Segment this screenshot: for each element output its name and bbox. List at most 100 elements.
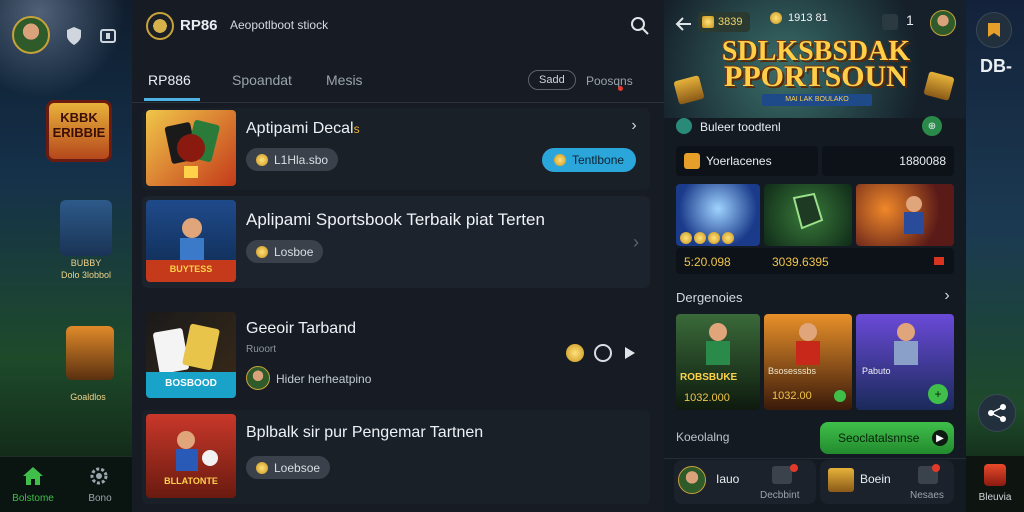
home-icon	[772, 466, 792, 484]
search-icon[interactable]	[628, 14, 652, 38]
brand-badge: KBBK ERIBBIE	[46, 100, 112, 162]
chevron-right-icon[interactable]: ›	[940, 287, 954, 304]
decor-label: DB-	[980, 56, 1012, 76]
coins-chip[interactable]: 1913 81	[770, 12, 828, 24]
row-action-button[interactable]: Tentlbone	[542, 148, 637, 172]
list-item[interactable]: BOSBOOD Geeoir Tarband Ruoort Hider herh…	[142, 306, 650, 402]
wallet-icon	[684, 153, 700, 169]
thumb-text: BUYTESS	[169, 264, 213, 274]
card-caption: Pabuto	[862, 366, 891, 376]
promo-caption-bar: 5:20.098 3039.6395	[676, 248, 954, 274]
tabs-divider	[132, 102, 664, 103]
item-title: Aptipami Decals	[246, 120, 360, 137]
item-value-pill: Loebsoe	[246, 456, 331, 479]
list-item[interactable]: Aptipami Decals L1Hla.sbo › Tentlbone	[142, 108, 650, 190]
promo-caption-mid: 3039.6395	[772, 255, 829, 269]
status-dot-icon	[834, 390, 846, 402]
chest-icon	[828, 468, 854, 492]
tab-rp886[interactable]: RP886	[148, 72, 191, 88]
user-avatar[interactable]	[12, 16, 50, 54]
item-thumbnail: BLLATONTE	[146, 414, 236, 498]
gift-icon[interactable]	[882, 14, 898, 30]
app-header: RP86 Aeopotlboot stiock	[132, 0, 664, 52]
search-value: 1880088	[899, 154, 946, 168]
wallet-icon[interactable]	[96, 24, 120, 48]
promo-card[interactable]	[856, 184, 954, 246]
header-subtitle: Aeopotlboot stiock	[230, 18, 329, 32]
bottom-item-sub: Nesaes	[910, 490, 944, 501]
coin-icon	[256, 461, 268, 474]
search-field[interactable]: Yoerlacenes	[676, 146, 818, 176]
back-arrow-icon[interactable]	[674, 14, 694, 34]
bottom-nav-right: Bleuvia	[966, 456, 1024, 512]
main-panel: RP86 Aeopotlboot stiock RP886 Spoandat M…	[132, 0, 664, 512]
bottom-item[interactable]: Boein Nesaes	[820, 460, 954, 504]
bottom-item-sub: Decbbint	[760, 490, 800, 501]
bookmark-icon[interactable]	[976, 12, 1012, 48]
item-meta: Ruoort	[246, 344, 277, 355]
user-avatar	[678, 466, 706, 494]
gear-icon[interactable]	[86, 465, 112, 487]
filter-pill[interactable]: Sadd	[528, 70, 576, 90]
card-caption: Bsosesssbs	[768, 366, 817, 376]
add-icon[interactable]: +	[928, 384, 948, 404]
list-item[interactable]: BUYTESS Aplipami Sportsbook Terbaik piat…	[142, 196, 650, 288]
timer-icon[interactable]	[594, 344, 612, 362]
notification-count[interactable]: 1	[906, 12, 914, 28]
left-decor-panel: KBBK ERIBBIE BUBBY Dolo 3lobbol Goaldlos…	[0, 0, 132, 512]
bottom-item[interactable]: Iauo Decbbint	[674, 460, 816, 504]
sports-icon[interactable]	[984, 464, 1006, 486]
player-illustration-2	[66, 326, 114, 380]
item-thumbnail	[146, 110, 236, 186]
chevron-right-icon[interactable]: ›	[626, 116, 642, 136]
filter-extra[interactable]: Poosqns	[586, 74, 633, 88]
search-value-box[interactable]: 1880088	[822, 146, 954, 176]
nav-right-label[interactable]: Bleuvia	[968, 492, 1022, 503]
hero-ribbon: MAI LAK BOULAKO	[762, 94, 872, 106]
item-title: Geeoir Tarband	[246, 320, 356, 337]
share-icon[interactable]	[620, 342, 640, 364]
tab-spoandat[interactable]: Spoandat	[232, 72, 292, 88]
card-value: 1032.000	[684, 392, 730, 404]
game-card[interactable]: ROBSBUKE 1032.000	[676, 314, 760, 410]
promo-card[interactable]	[764, 184, 852, 246]
item-value-pill: Losboe	[246, 240, 324, 263]
notification-dot	[618, 86, 623, 91]
treasure-chest-icon	[923, 71, 955, 101]
player-illustration-1	[60, 200, 112, 256]
balance-chip[interactable]: 3839	[698, 12, 750, 32]
item-value: L1Hla.sbo	[274, 152, 329, 167]
item-value: Losboe	[274, 244, 314, 259]
coin-icon[interactable]	[566, 344, 584, 362]
right-panel: 3839 1913 81 1 SDLKSBSDAK PPORTSOUN MAI …	[664, 0, 966, 512]
brand-logo	[146, 12, 174, 40]
chevron-right-icon[interactable]: ›	[628, 232, 644, 252]
section-action-icon[interactable]: ⊕	[922, 116, 942, 136]
item-user: Hider herheatpino	[276, 372, 372, 386]
thumb-text: BLLATONTE	[164, 476, 218, 486]
active-tab-indicator	[144, 98, 200, 101]
share-network-icon[interactable]	[978, 394, 1016, 432]
card-caption: ROBSBUKE	[680, 372, 738, 383]
nav-home-label[interactable]: Bolstome	[4, 493, 62, 504]
badge-icon	[934, 257, 944, 265]
coin-stack	[680, 232, 734, 244]
player-caption-1: BUBBY	[70, 258, 102, 268]
item-thumbnail: BUYTESS	[146, 200, 236, 282]
primary-action-button[interactable]: Seoclatalsnnse ▶	[820, 422, 954, 454]
tab-mesis[interactable]: Mesis	[326, 72, 363, 88]
right-decor-panel: DB- Bleuvia	[966, 0, 1024, 512]
bottom-nav-left: Bolstome Bono	[0, 456, 132, 512]
coin-icon	[256, 153, 268, 166]
home-icon[interactable]	[20, 465, 46, 487]
bottom-item-name: Boein	[860, 472, 891, 486]
promo-card[interactable]	[676, 184, 760, 246]
game-card[interactable]: Pabuto +	[856, 314, 954, 410]
user-avatar	[246, 366, 270, 390]
profile-avatar[interactable]	[930, 10, 956, 36]
nav-other-label[interactable]: Bono	[72, 493, 128, 504]
game-card[interactable]: Bsosesssbs 1032.00	[764, 314, 852, 410]
shield-icon[interactable]	[62, 24, 86, 48]
player-caption-2: Goaldlos	[70, 392, 106, 402]
list-item[interactable]: BLLATONTE Bplbalk sir pur Pengemar Tartn…	[142, 410, 650, 504]
